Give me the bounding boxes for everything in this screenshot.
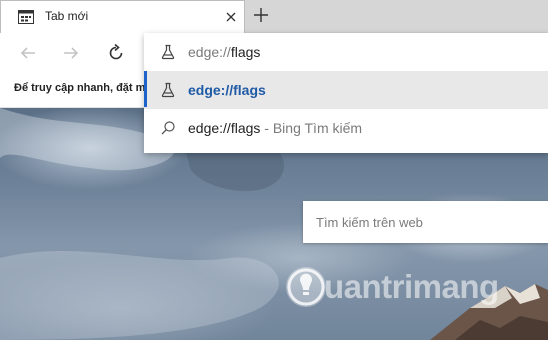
- forward-arrow-icon[interactable]: [61, 43, 81, 63]
- address-input[interactable]: edge://flags: [144, 33, 548, 71]
- watermark-text: uantrimang: [324, 268, 499, 305]
- search-icon: [161, 121, 175, 135]
- address-bar-dropdown: edge://flags edge://flags edge://flags -…: [144, 33, 548, 153]
- suggestion-edge-flags[interactable]: edge://flags: [144, 71, 548, 109]
- new-tab-plus-icon[interactable]: [252, 6, 270, 24]
- watermark-logo-icon: [286, 267, 326, 307]
- autocomplete-text: flags: [230, 44, 261, 60]
- favorites-bar-hint: Để truy cập nhanh, đặt m: [14, 82, 146, 94]
- back-arrow-icon[interactable]: [18, 43, 38, 63]
- tab-title: Tab mới: [45, 9, 89, 23]
- flask-icon: [161, 82, 175, 98]
- typed-text: edge://: [188, 44, 231, 60]
- tab-strip: Tab mới: [0, 0, 548, 33]
- tab-new-tab[interactable]: Tab mới: [0, 0, 245, 33]
- web-search-box[interactable]: Tìm kiếm trên web: [303, 201, 548, 243]
- suggestion-text: edge://flags - Bing Tìm kiếm: [188, 120, 363, 136]
- suggestion-text: edge://flags: [188, 82, 266, 98]
- newtab-page-icon: [18, 10, 34, 24]
- refresh-icon[interactable]: [106, 43, 126, 63]
- web-search-placeholder: Tìm kiếm trên web: [316, 215, 423, 230]
- flask-icon: [161, 44, 175, 60]
- selection-indicator: [144, 71, 147, 107]
- suggestion-bing-search[interactable]: edge://flags - Bing Tìm kiếm: [144, 109, 548, 147]
- address-input-text: edge://flags: [188, 44, 260, 60]
- close-icon[interactable]: [223, 9, 239, 25]
